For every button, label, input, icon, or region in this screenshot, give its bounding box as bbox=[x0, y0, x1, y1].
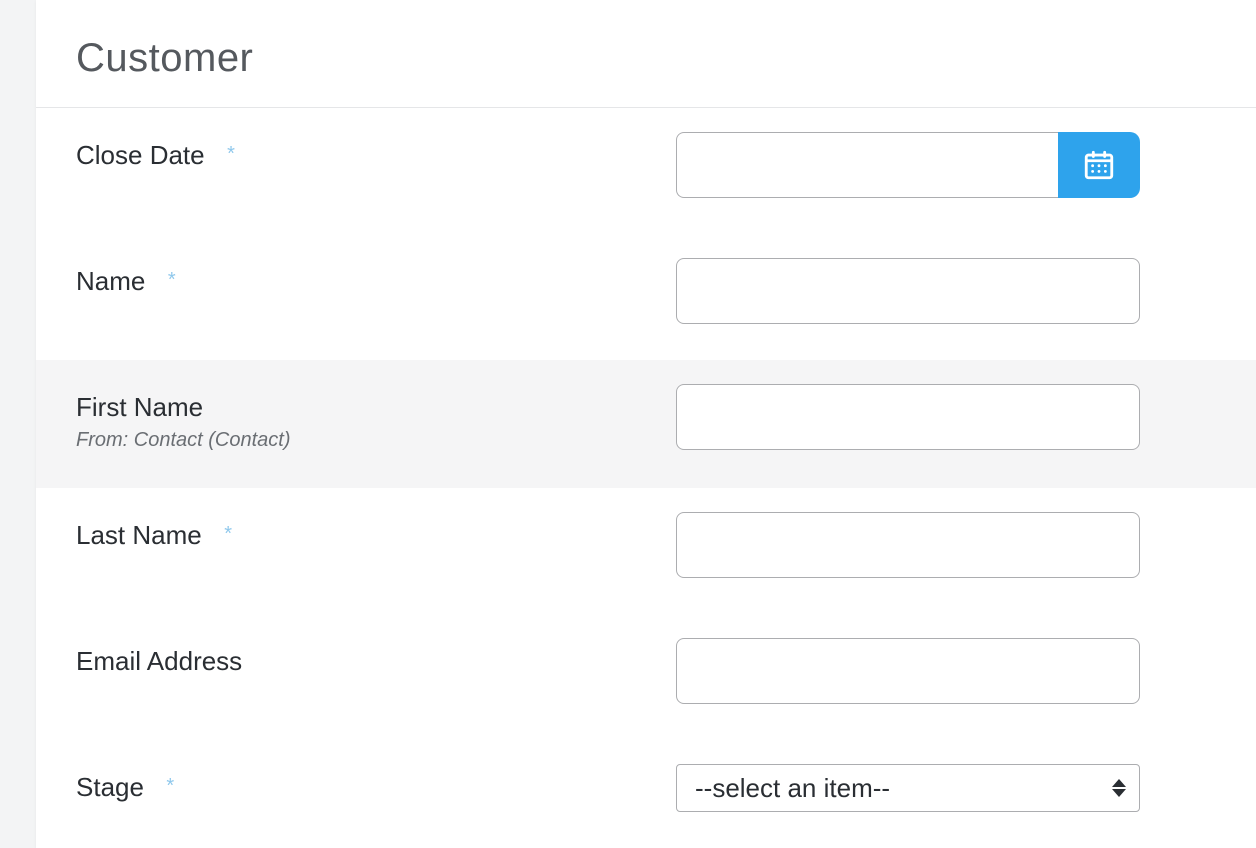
row-first-name: First Name From: Contact (Contact) bbox=[36, 360, 1256, 488]
label-col: Stage * bbox=[76, 764, 676, 803]
calendar-icon bbox=[1082, 148, 1116, 182]
close-date-input[interactable] bbox=[676, 132, 1058, 198]
stage-select-wrap: --select an item-- bbox=[676, 764, 1140, 812]
row-name: Name * bbox=[36, 234, 1256, 360]
customer-form-panel: Customer Close Date * bbox=[36, 0, 1256, 848]
stage-select[interactable]: --select an item-- bbox=[676, 764, 1140, 812]
label-col: Close Date * bbox=[76, 132, 676, 171]
row-close-date: Close Date * bbox=[36, 108, 1256, 234]
section-title: Customer bbox=[76, 36, 1216, 81]
stage-label: Stage bbox=[76, 772, 144, 803]
input-col bbox=[676, 132, 1140, 198]
email-label: Email Address bbox=[76, 646, 242, 677]
input-col[interactable] bbox=[676, 512, 1140, 578]
email-input[interactable] bbox=[676, 638, 1140, 704]
input-col: --select an item-- bbox=[676, 764, 1140, 812]
date-input-group bbox=[676, 132, 1140, 198]
last-name-label: Last Name bbox=[76, 520, 202, 551]
label-col: Name * bbox=[76, 258, 676, 297]
row-email: Email Address bbox=[36, 614, 1256, 740]
label-col: Last Name * bbox=[76, 512, 676, 551]
name-input[interactable] bbox=[676, 258, 1140, 324]
close-date-label: Close Date bbox=[76, 140, 205, 171]
first-name-label: First Name bbox=[76, 392, 203, 423]
name-label: Name bbox=[76, 266, 145, 297]
input-col bbox=[676, 384, 1140, 450]
row-stage: Stage * --select an item-- bbox=[36, 740, 1256, 848]
row-last-name: Last Name * bbox=[36, 488, 1256, 614]
date-picker-button[interactable] bbox=[1058, 132, 1140, 198]
first-name-sublabel: From: Contact (Contact) bbox=[76, 429, 676, 452]
required-asterisk-icon: * bbox=[224, 523, 232, 545]
panel-header: Customer bbox=[36, 0, 1256, 108]
required-asterisk-icon: * bbox=[168, 269, 176, 291]
first-name-input[interactable] bbox=[676, 384, 1140, 450]
input-col bbox=[676, 638, 1140, 704]
input-col bbox=[676, 258, 1140, 324]
label-col: Email Address bbox=[76, 638, 676, 677]
label-col: First Name From: Contact (Contact) bbox=[76, 384, 676, 452]
required-asterisk-icon: * bbox=[227, 143, 235, 165]
required-asterisk-icon: * bbox=[166, 775, 174, 797]
last-name-input[interactable] bbox=[676, 512, 1140, 578]
